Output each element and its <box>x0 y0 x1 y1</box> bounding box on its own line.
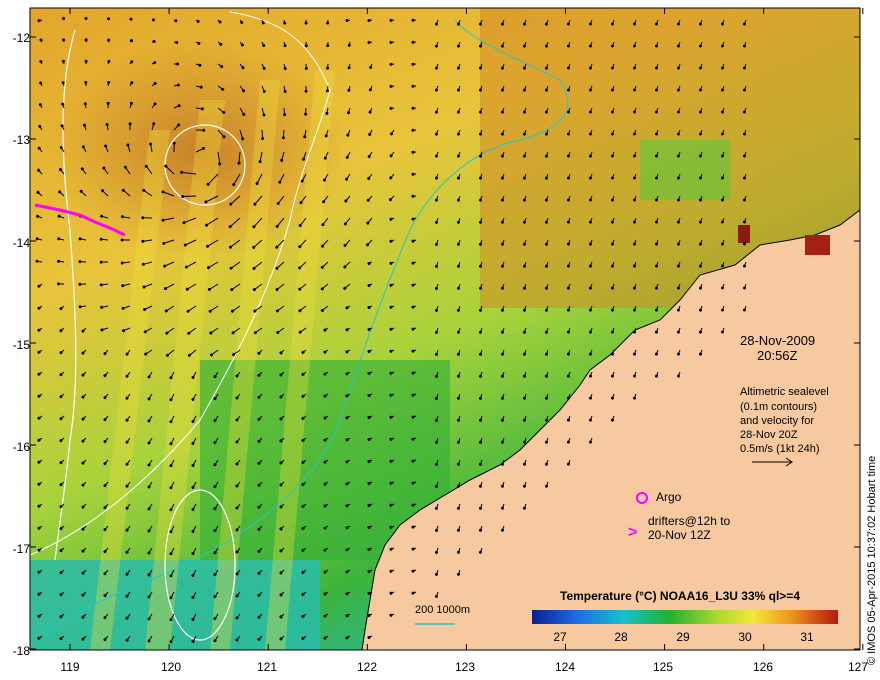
lon-tick: 125 <box>652 660 674 674</box>
velocity-arrow <box>151 39 156 43</box>
altimetry-text-1: Altimetric sealevel <box>740 386 829 398</box>
velocity-arrow <box>62 38 65 43</box>
lon-tick: 123 <box>454 660 476 674</box>
velocity-arrow <box>325 85 329 93</box>
lat-tick: -12 <box>12 31 30 45</box>
altimetry-text-3: and velocity for <box>740 415 814 427</box>
velocity-arrow <box>367 19 373 22</box>
date-line-1: 28-Nov-2009 <box>740 333 816 348</box>
velocity-arrow <box>62 16 65 21</box>
altimetry-text-2: (0.1m contours) <box>740 401 818 413</box>
velocity-arrow <box>345 19 351 22</box>
credit-text: © IMOS 05-Apr-2015 10:37:02 Hobart time <box>866 455 878 665</box>
lon-tick: 126 <box>752 660 774 674</box>
colorbar-tick: 31 <box>800 630 814 644</box>
lon-tick: 119 <box>60 660 80 674</box>
bathymetry-label: 200 1000m <box>415 604 471 616</box>
velocity-arrow <box>107 81 111 87</box>
velocity-arrow <box>283 107 287 117</box>
land-hot-spot-2 <box>805 235 830 255</box>
lon-tick: 124 <box>554 660 576 674</box>
velocity-arrow <box>281 129 285 140</box>
date-line-2: 20:56Z <box>757 348 798 363</box>
velocity-arrow <box>173 41 179 44</box>
velocity-arrow <box>129 17 133 21</box>
velocity-arrow <box>83 102 87 109</box>
lat-tick: -16 <box>12 440 30 454</box>
altimetry-text-4: 28-Nov 20Z <box>740 429 798 441</box>
velocity-arrow <box>57 259 65 263</box>
green-patch-north <box>640 140 730 200</box>
drifter-label-2: 20-Nov 12Z <box>648 528 711 542</box>
velocity-arrow <box>107 17 110 21</box>
altimetry-text-5: 0.5m/s (1kt 24h) <box>740 443 820 455</box>
lat-tick: -13 <box>12 133 30 147</box>
lon-tick: 120 <box>160 660 182 674</box>
colorbar-tick: 29 <box>676 630 690 644</box>
lon-tick: 122 <box>356 660 378 674</box>
colorbar-tick: 27 <box>553 630 567 644</box>
lat-tick: -14 <box>12 236 30 250</box>
land-hot-spot <box>738 225 750 243</box>
lat-tick: -15 <box>12 338 30 352</box>
velocity-arrow <box>181 195 197 198</box>
colorbar-tick: 28 <box>614 630 628 644</box>
velocity-arrow <box>283 19 287 25</box>
drifter-label-1: drifters@12h to <box>648 514 731 528</box>
velocity-arrow <box>61 59 65 65</box>
argo-label: Argo <box>656 490 682 504</box>
velocity-arrow <box>107 38 111 43</box>
lon-tick: 121 <box>256 660 278 674</box>
velocity-arrow <box>261 129 265 140</box>
colorbar <box>532 610 838 624</box>
velocity-arrow <box>37 19 43 23</box>
lat-tick: -18 <box>12 644 30 658</box>
drifter-legend-symbol: > <box>628 524 637 541</box>
lat-tick: -17 <box>12 542 30 556</box>
colorbar-tick: 30 <box>738 630 752 644</box>
velocity-arrow <box>367 41 373 44</box>
colorbar-title: Temperature (°C) NOAA16_L3U 33% ql>=4 <box>560 589 800 603</box>
